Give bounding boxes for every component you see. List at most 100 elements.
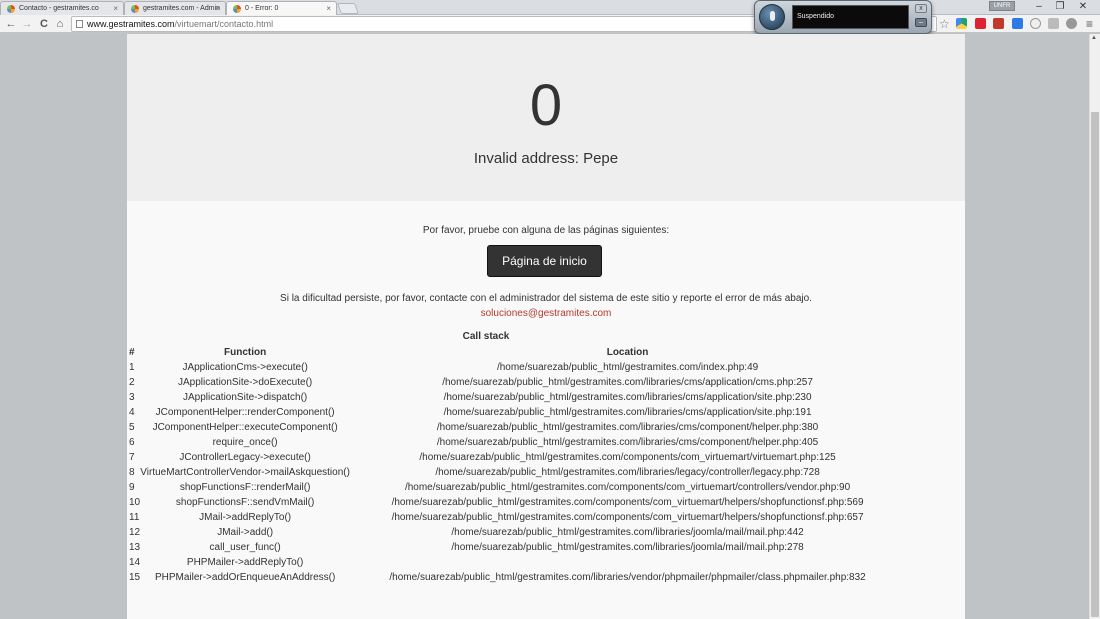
- table-row: 5 JComponentHelper::executeComponent() /ho…: [127, 420, 965, 435]
- new-tab-button[interactable]: [336, 3, 360, 14]
- url-host: www.gestramites.com: [87, 19, 175, 29]
- stack-location-cell: /home/suarezab/public_html/gestramites.c…: [496, 362, 759, 373]
- stack-number-cell: 10: [129, 497, 141, 508]
- voice-recognition-widget: Suspendido x –: [754, 0, 932, 34]
- suggestion-prompt: Por favor, pruebe con alguna de las pági…: [422, 225, 670, 236]
- column-header-number: #: [129, 347, 135, 358]
- table-row: 3 JApplicationSite->dispatch() /home/suare…: [127, 390, 965, 405]
- call-stack-table: # Function Location 1 JApplicationCms->ex…: [127, 345, 965, 585]
- tab-title: 0 - Error: 0: [245, 5, 279, 12]
- home-icon[interactable]: ⌂: [53, 17, 67, 31]
- forward-button[interactable]: →: [20, 17, 34, 31]
- table-row: 2 JApplicationSite->doExecute() /home/suar…: [127, 375, 965, 390]
- stack-function-cell: JMail->addReplyTo(): [199, 512, 292, 523]
- stack-location-cell: [350, 555, 965, 570]
- stack-location-cell: /home/suarezab/public_html/gestramites.c…: [451, 542, 804, 553]
- close-icon[interactable]: ×: [326, 4, 331, 13]
- stack-function-cell: shopFunctionsF::renderMail(): [179, 482, 311, 493]
- stack-location-cell: /home/suarezab/public_html/gestramites.c…: [389, 572, 866, 583]
- extension-grey-icon[interactable]: [1048, 18, 1059, 29]
- tab-admin[interactable]: gestramites.com - Admin ×: [124, 1, 226, 15]
- home-page-button[interactable]: Página de inicio: [487, 245, 602, 277]
- scrollbar-thumb[interactable]: [1091, 112, 1099, 617]
- dropbox-extension-icon[interactable]: [1012, 18, 1023, 29]
- close-icon[interactable]: ×: [215, 4, 220, 13]
- extension-red-icon[interactable]: [993, 18, 1004, 29]
- stack-function-cell: JApplicationSite->doExecute(): [178, 377, 313, 388]
- table-row: 6 require_once() /home/suarezab/public_htm…: [127, 435, 965, 450]
- error-message: Invalid address: Pepe: [473, 150, 619, 167]
- table-row: 13 call_user_func() /home/suarezab/public_…: [127, 540, 965, 555]
- chrome-menu-icon[interactable]: ≡: [1086, 17, 1093, 31]
- table-row: 9 shopFunctionsF::renderMail() /home/suare…: [127, 480, 965, 495]
- stack-function-cell: JApplicationSite->dispatch(): [183, 392, 308, 403]
- microphone-icon[interactable]: [759, 4, 785, 30]
- browser-tab-strip: Contacto - gestramites.co × gestramites.…: [0, 0, 1100, 15]
- stack-function-cell: JComponentHelper::executeComponent(): [152, 422, 338, 433]
- close-icon[interactable]: ×: [113, 4, 118, 13]
- stack-function-cell: call_user_func(): [209, 542, 281, 553]
- page-scrollbar[interactable]: ▲: [1089, 34, 1100, 619]
- stack-number-cell: 6: [129, 437, 135, 448]
- stack-location-cell: /home/suarezab/public_html/gestramites.c…: [404, 482, 851, 493]
- tab-error[interactable]: 0 - Error: 0 ×: [226, 1, 337, 15]
- stack-number-cell: 15: [129, 572, 141, 583]
- column-header-location: Location: [606, 347, 649, 358]
- table-row: 11 JMail->addReplyTo() /home/suarezab/publ…: [127, 510, 965, 525]
- call-stack-title: Call stack: [462, 331, 510, 342]
- stack-number-cell: 4: [129, 407, 135, 418]
- error-hero: 0 Invalid address: Pepe: [127, 34, 965, 201]
- reload-button[interactable]: C: [37, 17, 51, 31]
- page-icon: [76, 20, 83, 28]
- browser-toolbar: ← → C ⌂ www.gestramites.com/virtuemart/c…: [0, 15, 1100, 33]
- error-page: 0 Invalid address: Pepe Por favor, prueb…: [127, 34, 965, 619]
- stack-location-cell: /home/suarezab/public_html/gestramites.c…: [451, 527, 804, 538]
- cloud-extension-icon[interactable]: [1066, 18, 1077, 29]
- window-close-button[interactable]: ✕: [1068, 0, 1098, 14]
- url-path: /virtuemart/contacto.html: [174, 19, 274, 29]
- table-row: 12 JMail->add() /home/suarezab/public_html…: [127, 525, 965, 540]
- stack-function-cell: JControllerLegacy->execute(): [179, 452, 311, 463]
- stack-function-cell: require_once(): [212, 437, 278, 448]
- voice-close-button[interactable]: x: [915, 4, 927, 13]
- stack-location-cell: /home/suarezab/public_html/gestramites.c…: [391, 512, 864, 523]
- stack-number-cell: 14: [129, 557, 141, 568]
- stack-function-cell: JComponentHelper::renderComponent(): [155, 407, 335, 418]
- tab-title: gestramites.com - Admin: [143, 5, 221, 12]
- stack-number-cell: 3: [129, 392, 135, 403]
- voice-status: Suspendido: [792, 5, 909, 29]
- bookmark-star-icon[interactable]: ☆: [939, 17, 950, 31]
- joomla-icon: [131, 5, 139, 13]
- back-button[interactable]: ←: [4, 17, 18, 31]
- stack-location-cell: /home/suarezab/public_html/gestramites.c…: [442, 377, 813, 388]
- stack-number-cell: 11: [129, 512, 140, 523]
- table-row: 14 PHPMailer->addReplyTo(): [127, 555, 965, 570]
- drive-extension-icon[interactable]: [956, 18, 967, 29]
- stack-number-cell: 5: [129, 422, 135, 433]
- voice-minimize-button[interactable]: –: [915, 18, 927, 27]
- table-row: 1 JApplicationCms->execute() /home/suareza…: [127, 360, 965, 375]
- stack-location-cell: /home/suarezab/public_html/gestramites.c…: [436, 437, 819, 448]
- table-row: 4 JComponentHelper::renderComponent() /hom…: [127, 405, 965, 420]
- admin-email-link[interactable]: soluciones@gestramites.com: [127, 308, 965, 319]
- table-row: 15 PHPMailer->addOrEnqueueAnAddress() /hom…: [127, 570, 965, 585]
- tab-contacto[interactable]: Contacto - gestramites.co ×: [0, 1, 124, 15]
- table-row: 8 VirtueMartControllerVendor->mailAskques…: [127, 465, 965, 480]
- stack-location-cell: /home/suarezab/public_html/gestramites.c…: [435, 467, 820, 478]
- extension-circle-icon[interactable]: [1030, 18, 1041, 29]
- stack-function-cell: VirtueMartControllerVendor->mailAskquest…: [140, 467, 350, 478]
- stack-function-cell: JApplicationCms->execute(): [182, 362, 308, 373]
- stack-number-cell: 13: [129, 542, 141, 553]
- table-header-row: # Function Location: [127, 345, 965, 360]
- stack-number-cell: 12: [129, 527, 141, 538]
- stack-function-cell: JMail->add(): [217, 527, 274, 538]
- user-profile-chip[interactable]: UNFR: [989, 1, 1015, 11]
- pdf-extension-icon[interactable]: [975, 18, 986, 29]
- stack-number-cell: 1: [129, 362, 135, 373]
- stack-location-cell: /home/suarezab/public_html/gestramites.c…: [443, 392, 812, 403]
- scroll-up-arrow-icon[interactable]: ▲: [1091, 35, 1097, 41]
- stack-function-cell: shopFunctionsF::sendVmMail(): [175, 497, 315, 508]
- table-row: 10 shopFunctionsF::sendVmMail() /home/suar…: [127, 495, 965, 510]
- column-header-function: Function: [224, 347, 267, 358]
- joomla-icon: [233, 5, 241, 13]
